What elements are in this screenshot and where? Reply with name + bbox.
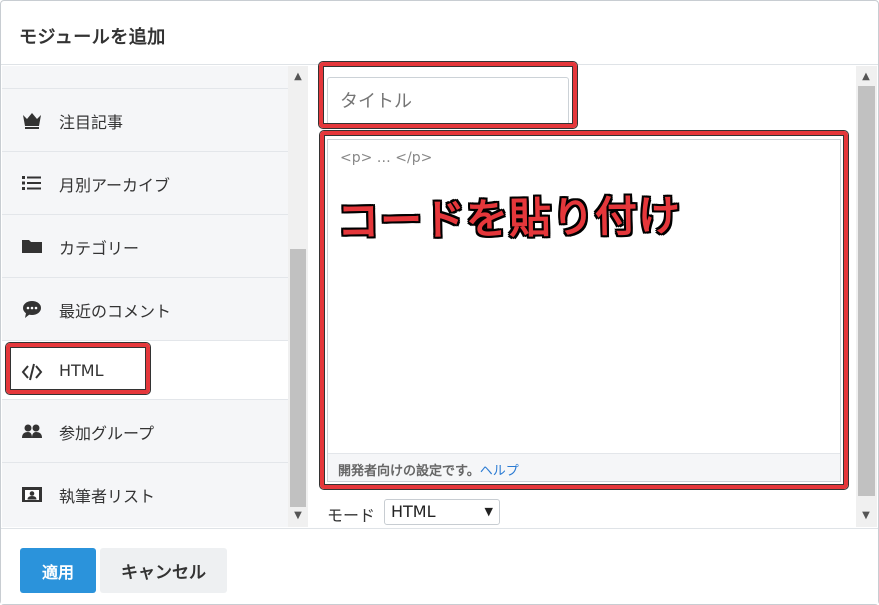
mode-select[interactable]: HTML ▼ [384,499,500,525]
sidebar-item-label: 執筆者リスト [59,487,156,506]
sidebar-item-monthly-archive[interactable]: 月別アーカイブ [2,151,288,214]
sidebar-item-label: 注目記事 [59,113,124,132]
cancel-button[interactable]: キャンセル [100,548,227,593]
main-scrollbar-thumb[interactable] [858,86,875,496]
scroll-down-arrow-icon[interactable]: ▼ [288,508,308,524]
add-module-dialog: モジュールを追加 注目記事 月別アーカイブ カテゴリー 最近のコメント HTML… [0,0,879,605]
apply-button[interactable]: 適用 [20,548,96,593]
chevron-down-icon: ▼ [484,505,493,518]
sidebar-item-label: 月別アーカイブ [59,176,171,195]
dialog-title: モジュールを追加 [19,27,166,48]
id-card-icon [21,483,43,505]
sidebar-item-author-list[interactable]: 執筆者リスト [2,462,288,525]
sidebar-scrollbar[interactable]: ▲ ▼ [288,66,308,527]
paste-code-caption: コードを貼り付け [336,191,682,246]
module-sidebar: 注目記事 月別アーカイブ カテゴリー 最近のコメント HTML 参加グループ 執… [2,66,288,527]
list-icon [21,172,43,194]
sidebar-item-label: 参加グループ [59,424,155,443]
scroll-up-arrow-icon[interactable]: ▲ [288,69,308,85]
comment-icon [21,298,43,320]
sidebar-item-groups[interactable]: 参加グループ [2,399,288,462]
highlight-box-title [319,62,577,128]
mode-label: モード [327,506,376,525]
folder-icon [21,235,43,257]
scroll-down-arrow-icon[interactable]: ▼ [856,508,876,524]
sidebar-item-label: カテゴリー [59,239,140,258]
sidebar-item-recent-comments[interactable]: 最近のコメント [2,277,288,340]
crown-icon [21,109,43,131]
sidebar-item-featured[interactable]: 注目記事 [2,88,288,151]
dialog-footer: 適用 キャンセル [1,528,878,604]
mode-select-value: HTML [391,502,436,521]
sidebar-item-label: 最近のコメント [59,302,172,321]
dialog-header: モジュールを追加 [1,1,878,65]
sidebar-scrollbar-thumb[interactable] [290,249,306,507]
highlight-box-html-item [6,343,150,394]
scroll-up-arrow-icon[interactable]: ▲ [856,69,876,85]
users-icon [21,420,43,442]
sidebar-item-category[interactable]: カテゴリー [2,214,288,277]
main-scrollbar[interactable]: ▲ ▼ [856,66,877,527]
